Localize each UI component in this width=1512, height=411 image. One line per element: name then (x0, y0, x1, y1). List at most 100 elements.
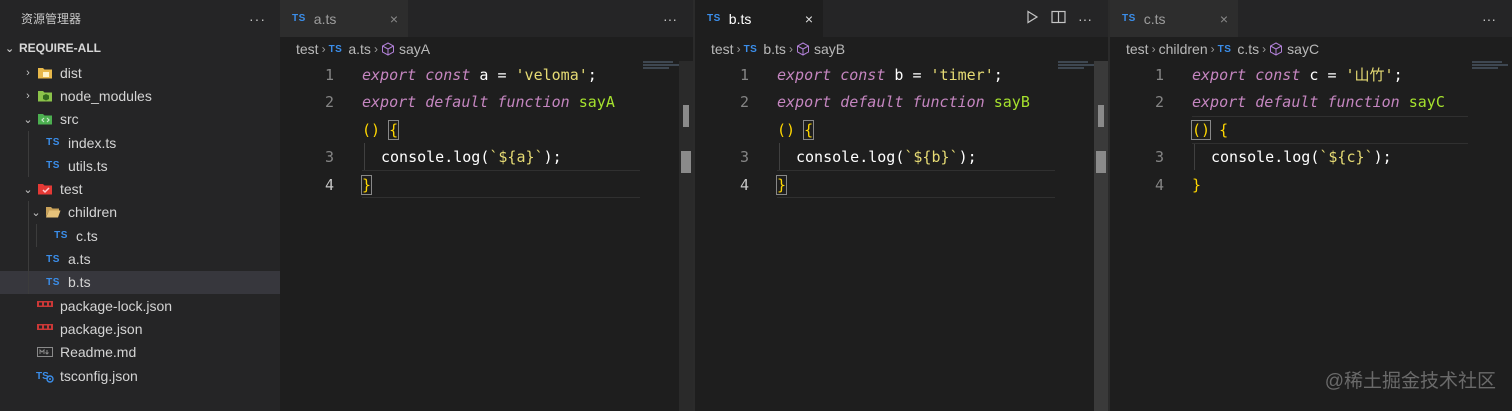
breadcrumb-symbol[interactable]: sayC (1287, 41, 1319, 57)
tree-item-utils-ts[interactable]: TS utils.ts (0, 154, 280, 178)
code-text: export const a = 'veloma'; (362, 65, 597, 84)
run-icon[interactable] (1025, 10, 1039, 27)
npm-file-icon (36, 300, 54, 311)
chevron-right-icon: › (26, 66, 30, 79)
chevron-down-icon: ⌄ (31, 206, 41, 219)
close-icon[interactable]: × (805, 11, 813, 27)
typescript-file-icon: TS (46, 276, 60, 288)
chevron-right-icon: › (736, 42, 741, 56)
code-text: () { (362, 119, 400, 140)
scroll-thumb-marker (681, 151, 691, 173)
tab-a-ts[interactable]: TS a.ts × (280, 0, 408, 37)
line-number: 2 (1154, 92, 1164, 111)
tree-item-readme-md[interactable]: Readme.md (0, 341, 280, 364)
tree-item-label: b.ts (68, 274, 91, 291)
tree-item-src[interactable]: ⌄ src (0, 108, 280, 131)
tab-bar: TS c.ts × ··· (1110, 0, 1512, 37)
tree-item-label: c.ts (76, 227, 98, 244)
indent-guide (364, 143, 365, 170)
chevron-down-icon: ⌄ (23, 183, 33, 196)
tree-item-label: node_modules (60, 87, 152, 104)
breadcrumb-symbol[interactable]: sayA (399, 41, 430, 57)
code-text: export const b = 'timer'; (777, 65, 1003, 84)
close-icon[interactable]: × (390, 11, 398, 27)
tab-b-ts[interactable]: TS b.ts × (695, 0, 823, 37)
breadcrumb-file[interactable]: c.ts (1237, 41, 1259, 57)
tree-item-node-modules[interactable]: › node_modules (0, 84, 280, 107)
more-actions-icon[interactable]: ··· (663, 11, 677, 27)
tree-indent-guide (28, 200, 29, 225)
minimap-line (1058, 64, 1094, 66)
minimap[interactable] (1058, 61, 1096, 73)
typescript-file-icon: TS (292, 13, 306, 24)
tree-item-label: index.ts (68, 134, 117, 151)
scroll-thumb[interactable] (683, 105, 689, 127)
tree-item-c-ts[interactable]: TS c.ts (0, 224, 280, 248)
folder-node-icon (36, 89, 54, 103)
scrollbar[interactable] (1094, 61, 1108, 411)
symbol-method-icon (796, 42, 810, 56)
close-icon[interactable]: × (1220, 11, 1228, 27)
scrollbar[interactable] (679, 61, 693, 411)
explorer-title: 资源管理器 (21, 12, 82, 26)
tree-indent-guide (28, 130, 29, 155)
tab-c-ts[interactable]: TS c.ts × (1110, 0, 1238, 37)
minimap-line (643, 64, 679, 66)
chevron-right-icon: › (26, 89, 30, 102)
code-text: console.log(`${c}`); (1211, 147, 1392, 166)
minimap[interactable] (643, 61, 681, 73)
npm-file-icon (36, 323, 54, 334)
scroll-thumb[interactable] (1098, 105, 1104, 127)
typescript-file-icon: TS (46, 160, 60, 172)
tree-item-test[interactable]: ⌄ test (0, 177, 280, 200)
tree-item-a-ts[interactable]: TS a.ts (0, 247, 280, 271)
more-actions-icon[interactable]: ··· (1078, 11, 1092, 27)
minimap-line (643, 61, 673, 63)
typescript-file-icon: TS (54, 230, 68, 242)
tree-item-dist[interactable]: › dist (0, 61, 280, 84)
project-root-header[interactable]: ⌄ REQUIRE-ALL (0, 37, 280, 59)
editor-actions: ··· (1025, 0, 1108, 37)
tab-bar: TS a.ts × ··· (280, 0, 693, 37)
line-number: 3 (739, 147, 749, 166)
editor-group-1: TS a.ts × ··· test › TS a.ts › sayA 1 ex… (280, 0, 693, 411)
line-number: 1 (1154, 65, 1164, 84)
tree-item-children[interactable]: ⌄ children (0, 200, 280, 225)
scroll-thumb-marker (1096, 151, 1106, 173)
explorer-more-icon[interactable]: ··· (249, 11, 266, 27)
code-text: export default function sayB (777, 92, 1030, 111)
breadcrumb-folder[interactable]: test (711, 41, 734, 57)
tree-indent-guide (36, 224, 37, 248)
folder-open-icon (44, 205, 62, 219)
line-number: 2 (324, 92, 334, 111)
chevron-down-icon: ⌄ (5, 42, 15, 55)
tab-label: a.ts (313, 10, 337, 27)
chevron-right-icon: › (373, 42, 378, 56)
breadcrumb-subfolder[interactable]: children (1159, 41, 1208, 57)
breadcrumb-symbol[interactable]: sayB (814, 41, 845, 57)
typescript-file-icon: TS (328, 43, 343, 55)
split-editor-icon[interactable] (1051, 10, 1066, 27)
breadcrumb-file[interactable]: b.ts (763, 41, 786, 57)
more-actions-icon[interactable]: ··· (1482, 11, 1496, 27)
chevron-right-icon: › (788, 42, 793, 56)
chevron-right-icon: › (1210, 42, 1215, 56)
tree-item-tsconfig-json[interactable]: TS tsconfig.json (0, 364, 280, 387)
current-line-highlight (1192, 116, 1468, 117)
symbol-method-icon (1269, 42, 1283, 56)
line-number: 3 (1154, 147, 1164, 166)
tree-item-index-ts[interactable]: TS index.ts (0, 130, 280, 155)
markdown-file-icon (36, 347, 54, 358)
line-number: 4 (739, 175, 749, 194)
tree-item-b-ts[interactable]: TS b.ts (0, 270, 280, 294)
tree-item-package-lock-json[interactable]: package-lock.json (0, 294, 280, 317)
typescript-file-icon: TS (707, 13, 721, 24)
minimap[interactable] (1472, 61, 1510, 73)
chevron-right-icon: › (1151, 42, 1156, 56)
breadcrumb-folder[interactable]: test (296, 41, 319, 57)
minimap-line (1472, 64, 1508, 66)
tree-item-package-json[interactable]: package.json (0, 317, 280, 340)
breadcrumb-file[interactable]: a.ts (348, 41, 371, 57)
breadcrumb-folder[interactable]: test (1126, 41, 1149, 57)
tree-item-label: package-lock.json (60, 297, 173, 314)
